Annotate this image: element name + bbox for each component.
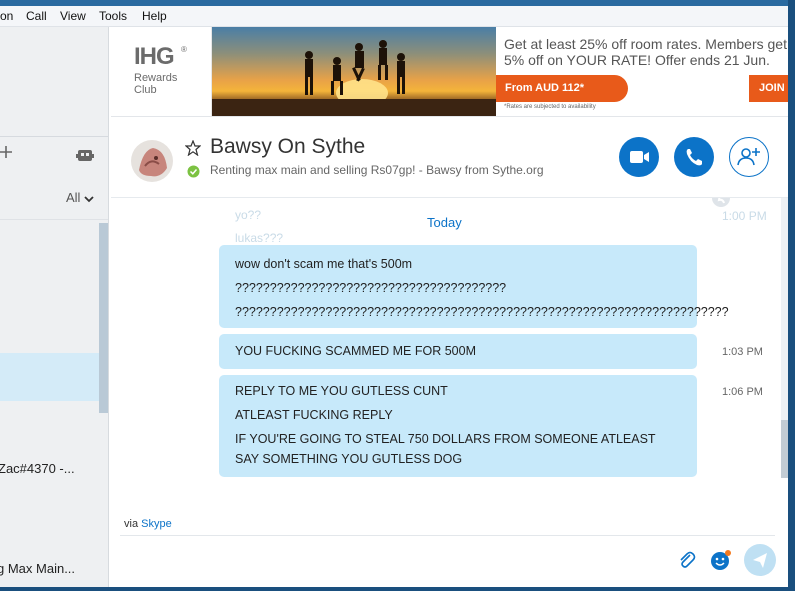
ad-headline: Get at least 25% off room rates. Members… <box>504 36 787 68</box>
bot-icon[interactable] <box>76 148 94 164</box>
skype-window: All Zac#4370 -... g Max Main... IHG ® Re… <box>0 27 788 591</box>
message-bubble[interactable]: YOU FUCKING SCAMMED ME FOR 500M <box>219 334 697 369</box>
sidebar: All Zac#4370 -... g Max Main... <box>0 27 109 591</box>
menu-bar: on Call View Tools Help <box>0 6 788 27</box>
message-line: YOU FUCKING SCAMMED ME FOR 500M <box>235 344 476 358</box>
message-input[interactable] <box>120 538 660 578</box>
via-prefix: via <box>124 518 139 530</box>
send-button[interactable] <box>744 544 776 576</box>
sidebar-contact-zac[interactable]: Zac#4370 -... <box>0 461 75 476</box>
message-bubble[interactable]: REPLY TO ME YOU GUTLESS CUNT ATLEAST FUC… <box>219 375 697 477</box>
skype-link[interactable]: Skype <box>141 518 172 530</box>
ad-join-label: JOIN I <box>759 82 788 94</box>
via-skype-label: via Skype <box>124 518 172 530</box>
window-edge <box>788 0 795 591</box>
compose-divider <box>120 535 775 536</box>
ad-brand-sub: Rewards Club <box>134 72 178 96</box>
add-people-button[interactable] <box>729 137 769 177</box>
contact-filter-dropdown[interactable]: All <box>66 190 94 205</box>
ad-price-badge[interactable]: From AUD 112* <box>496 75 628 102</box>
registered-icon: ® <box>181 45 187 54</box>
faded-message: yo?? <box>235 208 262 222</box>
plus-icon[interactable] <box>0 144 18 162</box>
message-timestamp: 1:03 PM <box>722 346 763 358</box>
sidebar-divider <box>0 136 108 137</box>
phone-icon <box>686 149 702 166</box>
audio-call-button[interactable] <box>674 137 714 177</box>
globe-icon <box>712 198 730 207</box>
message-timestamp: 1:06 PM <box>722 386 763 398</box>
sidebar-contact-max-main[interactable]: g Max Main... <box>0 561 75 576</box>
message-scrollbar-thumb[interactable] <box>781 420 788 478</box>
sidebar-divider <box>0 219 108 220</box>
chevron-down-icon <box>84 195 94 202</box>
add-person-icon <box>737 148 760 166</box>
video-call-button[interactable] <box>619 137 659 177</box>
ad-join-button[interactable]: JOIN I <box>749 75 788 102</box>
emoticon-icon[interactable] <box>710 549 732 571</box>
message-line: ATLEAST FUCKING REPLY <box>235 408 393 422</box>
menu-item-tools[interactable]: Tools <box>99 9 127 23</box>
mood-message: Renting max main and selling Rs07gp! - B… <box>210 163 544 177</box>
sidebar-item-selected[interactable] <box>0 353 99 401</box>
chat-header: Bawsy On Sythe Renting max main and sell… <box>111 117 788 198</box>
message-line: REPLY TO ME YOU GUTLESS CUNT <box>235 384 448 398</box>
message-line: wow don't scam me that's 500m <box>235 257 413 271</box>
message-line: ????????????????????????????????????????… <box>235 305 729 319</box>
message-bubble[interactable]: wow don't scam me that's 500m ??????????… <box>219 245 729 328</box>
window-edge <box>0 587 795 591</box>
ihg-logo: IHG ® Rewards Club <box>111 27 212 116</box>
message-line: ??????????????????????????????????????? <box>235 281 507 295</box>
menu-item-conversations[interactable]: on <box>0 9 13 23</box>
contact-name: Bawsy On Sythe <box>210 135 366 158</box>
star-icon[interactable] <box>185 140 201 156</box>
avatar[interactable] <box>131 140 173 182</box>
ad-banner[interactable]: IHG ® Rewards Club Get at least 25% off … <box>111 27 788 117</box>
menu-item-call[interactable]: Call <box>26 9 47 23</box>
online-status-icon <box>187 165 200 178</box>
faded-message: lukas??? <box>235 231 284 245</box>
filter-label: All <box>66 190 81 205</box>
send-arrow-icon <box>753 553 767 568</box>
ad-beach-photo <box>212 27 496 116</box>
ad-price-label: From AUD 112* <box>505 82 585 94</box>
menu-item-help[interactable]: Help <box>142 9 167 23</box>
message-line: SAY SOMETHING YOU GUTLESS DOG <box>235 452 463 466</box>
message-scrollbar-track[interactable] <box>781 198 788 420</box>
sidebar-scrollbar[interactable] <box>99 223 108 413</box>
video-camera-icon <box>630 151 649 163</box>
menu-item-view[interactable]: View <box>60 9 86 23</box>
ad-fine-print: *Rates are subjected to availability <box>504 104 596 110</box>
faded-timestamp: 1:00 PM <box>722 209 767 223</box>
message-list: yo?? lukas??? 1:00 PM Today wow don't sc… <box>111 198 788 528</box>
message-line: IF YOU'RE GOING TO STEAL 750 DOLLARS FRO… <box>235 432 656 446</box>
day-separator: Today <box>427 215 462 230</box>
paperclip-icon[interactable] <box>677 550 697 570</box>
ad-brand: IHG <box>134 43 175 70</box>
